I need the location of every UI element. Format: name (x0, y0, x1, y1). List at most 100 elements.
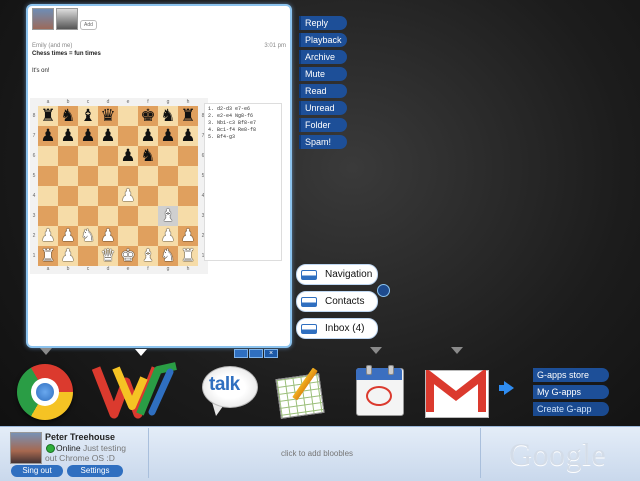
board-square-g8[interactable]: ♞ (158, 106, 178, 126)
board-square-a4[interactable] (38, 186, 58, 206)
chess-piece-black-icon[interactable]: ♟ (140, 127, 155, 145)
board-square-d7[interactable]: ♟ (98, 126, 118, 146)
board-square-a7[interactable]: ♟ (38, 126, 58, 146)
my-gapps-button[interactable]: My G-apps (533, 385, 609, 399)
chess-piece-black-icon[interactable]: ♟ (160, 127, 175, 145)
bloobles-area[interactable]: click to add bloobles (150, 449, 484, 458)
add-participant-button[interactable]: Add (80, 20, 97, 30)
chess-piece-white-icon[interactable]: ♜ (180, 247, 195, 265)
chess-piece-white-icon[interactable]: ♚ (120, 247, 135, 265)
board-square-c6[interactable] (78, 146, 98, 166)
board-square-f7[interactable]: ♟ (138, 126, 158, 146)
board-square-f8[interactable]: ♚ (138, 106, 158, 126)
maximize-icon[interactable] (249, 349, 263, 358)
board-square-h4[interactable] (178, 186, 198, 206)
chess-piece-black-icon[interactable]: ♞ (140, 147, 155, 165)
chess-piece-black-icon[interactable]: ♛ (100, 107, 115, 125)
board-square-f2[interactable] (138, 226, 158, 246)
board-square-c8[interactable]: ♝ (78, 106, 98, 126)
board-square-e4[interactable]: ♟ (118, 186, 138, 206)
sign-out-button[interactable]: Sing out (11, 465, 63, 477)
navigation-pill[interactable]: Navigation (296, 264, 378, 285)
folder-button[interactable]: Folder (299, 118, 347, 132)
talk-icon[interactable]: talk (200, 364, 258, 420)
board-square-a2[interactable]: ♟ (38, 226, 58, 246)
board-square-e1[interactable]: ♚ (118, 246, 138, 266)
move-entry[interactable]: 1. d2-d3 e7-e6 (208, 106, 279, 113)
avatar[interactable] (10, 432, 42, 464)
chess-piece-black-icon[interactable]: ♟ (60, 127, 75, 145)
chess-piece-white-icon[interactable]: ♟ (40, 227, 55, 245)
board-square-g6[interactable] (158, 146, 178, 166)
unread-button[interactable]: Unread (299, 101, 347, 115)
gmail-icon[interactable] (423, 364, 491, 420)
chess-piece-white-icon[interactable]: ♟ (120, 187, 135, 205)
chess-piece-white-icon[interactable]: ♝ (160, 207, 175, 225)
board-square-c2[interactable]: ♞ (78, 226, 98, 246)
chess-board[interactable]: ♜ ♞ ♝ ♛ ♚ ♞ ♜ ♟ ♟ ♟ ♟ ♟ ♟ ♟ ♟ ♞ ♟ ♝ ♟ ♟ ♞ ♟ ♟ ♟ ♜ ♟ ♛ ♚ ♝ ♞ ♜ (38, 106, 198, 266)
board-square-b2[interactable]: ♟ (58, 226, 78, 246)
chess-piece-black-icon[interactable]: ♟ (100, 127, 115, 145)
board-square-b8[interactable]: ♞ (58, 106, 78, 126)
chess-piece-white-icon[interactable]: ♜ (40, 247, 55, 265)
board-square-b4[interactable] (58, 186, 78, 206)
close-icon[interactable]: × (264, 349, 278, 358)
chess-piece-black-icon[interactable]: ♚ (140, 107, 155, 125)
move-entry[interactable]: 3. Nb1-c3 Bf8-e7 (208, 120, 279, 127)
create-gapp-button[interactable]: Create G-app (533, 402, 609, 416)
chess-piece-white-icon[interactable]: ♞ (80, 227, 95, 245)
board-square-e2[interactable] (118, 226, 138, 246)
board-square-h7[interactable]: ♟ (178, 126, 198, 146)
chess-piece-black-icon[interactable]: ♝ (80, 107, 95, 125)
board-square-b6[interactable] (58, 146, 78, 166)
board-square-e6[interactable]: ♟ (118, 146, 138, 166)
wave-icon[interactable] (92, 362, 182, 420)
board-square-h5[interactable] (178, 166, 198, 186)
board-square-e7[interactable] (118, 126, 138, 146)
read-button[interactable]: Read (299, 84, 347, 98)
board-square-f6[interactable]: ♞ (138, 146, 158, 166)
chess-piece-black-icon[interactable]: ♟ (40, 127, 55, 145)
board-square-c3[interactable] (78, 206, 98, 226)
board-square-c5[interactable] (78, 166, 98, 186)
board-square-g3[interactable]: ♝ (158, 206, 178, 226)
chess-piece-white-icon[interactable]: ♟ (180, 227, 195, 245)
board-square-b7[interactable]: ♟ (58, 126, 78, 146)
spam-button[interactable]: Spam! (299, 135, 347, 149)
board-square-a3[interactable] (38, 206, 58, 226)
more-apps-arrow-icon[interactable] (504, 381, 514, 395)
gapps-store-button[interactable]: G-apps store (533, 368, 609, 382)
chess-piece-white-icon[interactable]: ♟ (60, 227, 75, 245)
board-square-b5[interactable] (58, 166, 78, 186)
board-square-d6[interactable] (98, 146, 118, 166)
board-square-d2[interactable]: ♟ (98, 226, 118, 246)
reply-button[interactable]: Reply (299, 16, 347, 30)
spreadsheet-icon[interactable] (272, 364, 328, 420)
board-square-c7[interactable]: ♟ (78, 126, 98, 146)
move-entry[interactable]: 2. e2-e4 Ng8-f6 (208, 113, 279, 120)
calendar-icon[interactable] (352, 364, 408, 420)
board-square-a8[interactable]: ♜ (38, 106, 58, 126)
board-square-c4[interactable] (78, 186, 98, 206)
mute-button[interactable]: Mute (299, 67, 347, 81)
board-square-e8[interactable] (118, 106, 138, 126)
board-square-h8[interactable]: ♜ (178, 106, 198, 126)
chess-piece-black-icon[interactable]: ♞ (160, 107, 175, 125)
board-square-b1[interactable]: ♟ (58, 246, 78, 266)
avatar[interactable] (56, 8, 78, 30)
board-square-g1[interactable]: ♞ (158, 246, 178, 266)
avatar[interactable] (32, 8, 54, 30)
board-square-d4[interactable] (98, 186, 118, 206)
chess-piece-black-icon[interactable]: ♟ (80, 127, 95, 145)
panel-handle[interactable] (377, 284, 390, 297)
board-square-h1[interactable]: ♜ (178, 246, 198, 266)
board-square-d5[interactable] (98, 166, 118, 186)
board-square-c1[interactable] (78, 246, 98, 266)
board-square-a6[interactable] (38, 146, 58, 166)
chess-piece-black-icon[interactable]: ♟ (120, 147, 135, 165)
board-square-h6[interactable] (178, 146, 198, 166)
board-square-e5[interactable] (118, 166, 138, 186)
board-square-h2[interactable]: ♟ (178, 226, 198, 246)
board-square-a5[interactable] (38, 166, 58, 186)
chrome-icon[interactable] (17, 364, 73, 420)
